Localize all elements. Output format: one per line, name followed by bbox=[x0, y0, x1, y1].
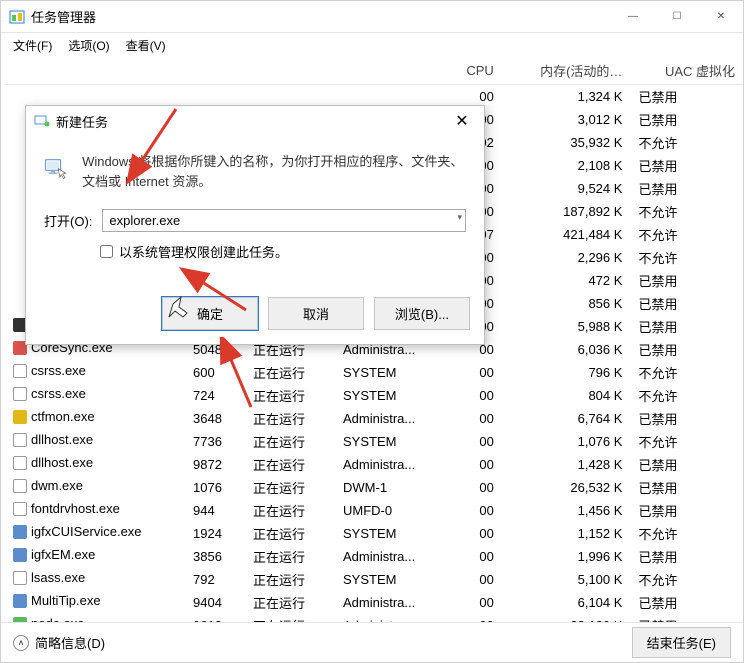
chevron-up-icon: ˄ bbox=[13, 635, 29, 651]
process-icon bbox=[13, 502, 27, 516]
minimize-button[interactable]: — bbox=[611, 1, 655, 32]
table-row[interactable]: node.exe9612正在运行Administra...0023,180 K已… bbox=[5, 614, 743, 622]
process-icon bbox=[13, 456, 27, 470]
process-icon bbox=[13, 387, 27, 401]
table-row[interactable]: igfxCUIService.exe1924正在运行SYSTEM001,152 … bbox=[5, 522, 743, 545]
process-icon bbox=[13, 410, 27, 424]
footer: ˄ 简略信息(D) 结束任务(E) bbox=[1, 622, 743, 662]
run-big-icon bbox=[44, 152, 68, 184]
dialog-titlebar: 新建任务 ✕ bbox=[26, 106, 484, 136]
dialog-close-button[interactable]: ✕ bbox=[448, 111, 476, 131]
brief-info-button[interactable]: ˄ 简略信息(D) bbox=[13, 633, 105, 652]
table-row[interactable]: dwm.exe1076正在运行DWM-10026,532 K已禁用 bbox=[5, 476, 743, 499]
process-icon bbox=[13, 571, 27, 585]
menu-file[interactable]: 文件(F) bbox=[7, 35, 58, 56]
admin-checkbox-label: 以系统管理权限创建此任务。 bbox=[119, 242, 288, 261]
run-icon bbox=[34, 113, 50, 129]
menu-view[interactable]: 查看(V) bbox=[120, 35, 172, 56]
table-row[interactable]: MultiTip.exe9404正在运行Administra...006,104… bbox=[5, 591, 743, 614]
table-row[interactable]: dllhost.exe9872正在运行Administra...001,428 … bbox=[5, 453, 743, 476]
new-task-dialog: 新建任务 ✕ Windows 将根据你所键入的名称，为你打开相应的程序、文件夹、… bbox=[25, 105, 485, 345]
process-icon bbox=[13, 433, 27, 447]
browse-button[interactable]: 浏览(B)... bbox=[374, 297, 470, 330]
dialog-title: 新建任务 bbox=[56, 112, 448, 131]
close-button[interactable]: ✕ bbox=[699, 1, 743, 32]
table-row[interactable]: csrss.exe724正在运行SYSTEM00804 K不允许 bbox=[5, 384, 743, 407]
dialog-description: Windows 将根据你所键入的名称，为你打开相应的程序、文件夹、文档或 Int… bbox=[82, 152, 466, 191]
table-row[interactable]: fontdrvhost.exe944正在运行UMFD-0001,456 K已禁用 bbox=[5, 499, 743, 522]
admin-checkbox[interactable] bbox=[100, 245, 113, 258]
titlebar: 任务管理器 — ☐ ✕ bbox=[1, 1, 743, 33]
col-uac[interactable]: UAC 虚拟化 bbox=[630, 57, 743, 85]
table-row[interactable]: lsass.exe792正在运行SYSTEM005,100 K不允许 bbox=[5, 568, 743, 591]
table-row[interactable]: dllhost.exe7736正在运行SYSTEM001,076 K不允许 bbox=[5, 430, 743, 453]
table-row[interactable]: igfxEM.exe3856正在运行Administra...001,996 K… bbox=[5, 545, 743, 568]
open-label: 打开(O): bbox=[44, 211, 92, 230]
cancel-button[interactable]: 取消 bbox=[268, 297, 364, 330]
process-icon bbox=[13, 525, 27, 539]
col-mem[interactable]: 内存(活动的… bbox=[502, 57, 631, 85]
open-input[interactable] bbox=[102, 209, 466, 232]
task-manager-icon bbox=[9, 9, 25, 25]
col-cpu[interactable]: CPU bbox=[445, 57, 502, 85]
table-row[interactable]: ctfmon.exe3648正在运行Administra...006,764 K… bbox=[5, 407, 743, 430]
maximize-button[interactable]: ☐ bbox=[655, 1, 699, 32]
end-task-button[interactable]: 结束任务(E) bbox=[632, 627, 731, 658]
process-icon bbox=[13, 479, 27, 493]
table-row[interactable]: csrss.exe600正在运行SYSTEM00796 K不允许 bbox=[5, 361, 743, 384]
window-title: 任务管理器 bbox=[31, 7, 611, 26]
ok-button[interactable]: 确定 bbox=[162, 297, 258, 330]
process-icon bbox=[13, 594, 27, 608]
process-icon bbox=[13, 548, 27, 562]
process-icon bbox=[13, 364, 27, 378]
menubar: 文件(F) 选项(O) 查看(V) bbox=[1, 33, 743, 57]
menu-options[interactable]: 选项(O) bbox=[62, 35, 115, 56]
